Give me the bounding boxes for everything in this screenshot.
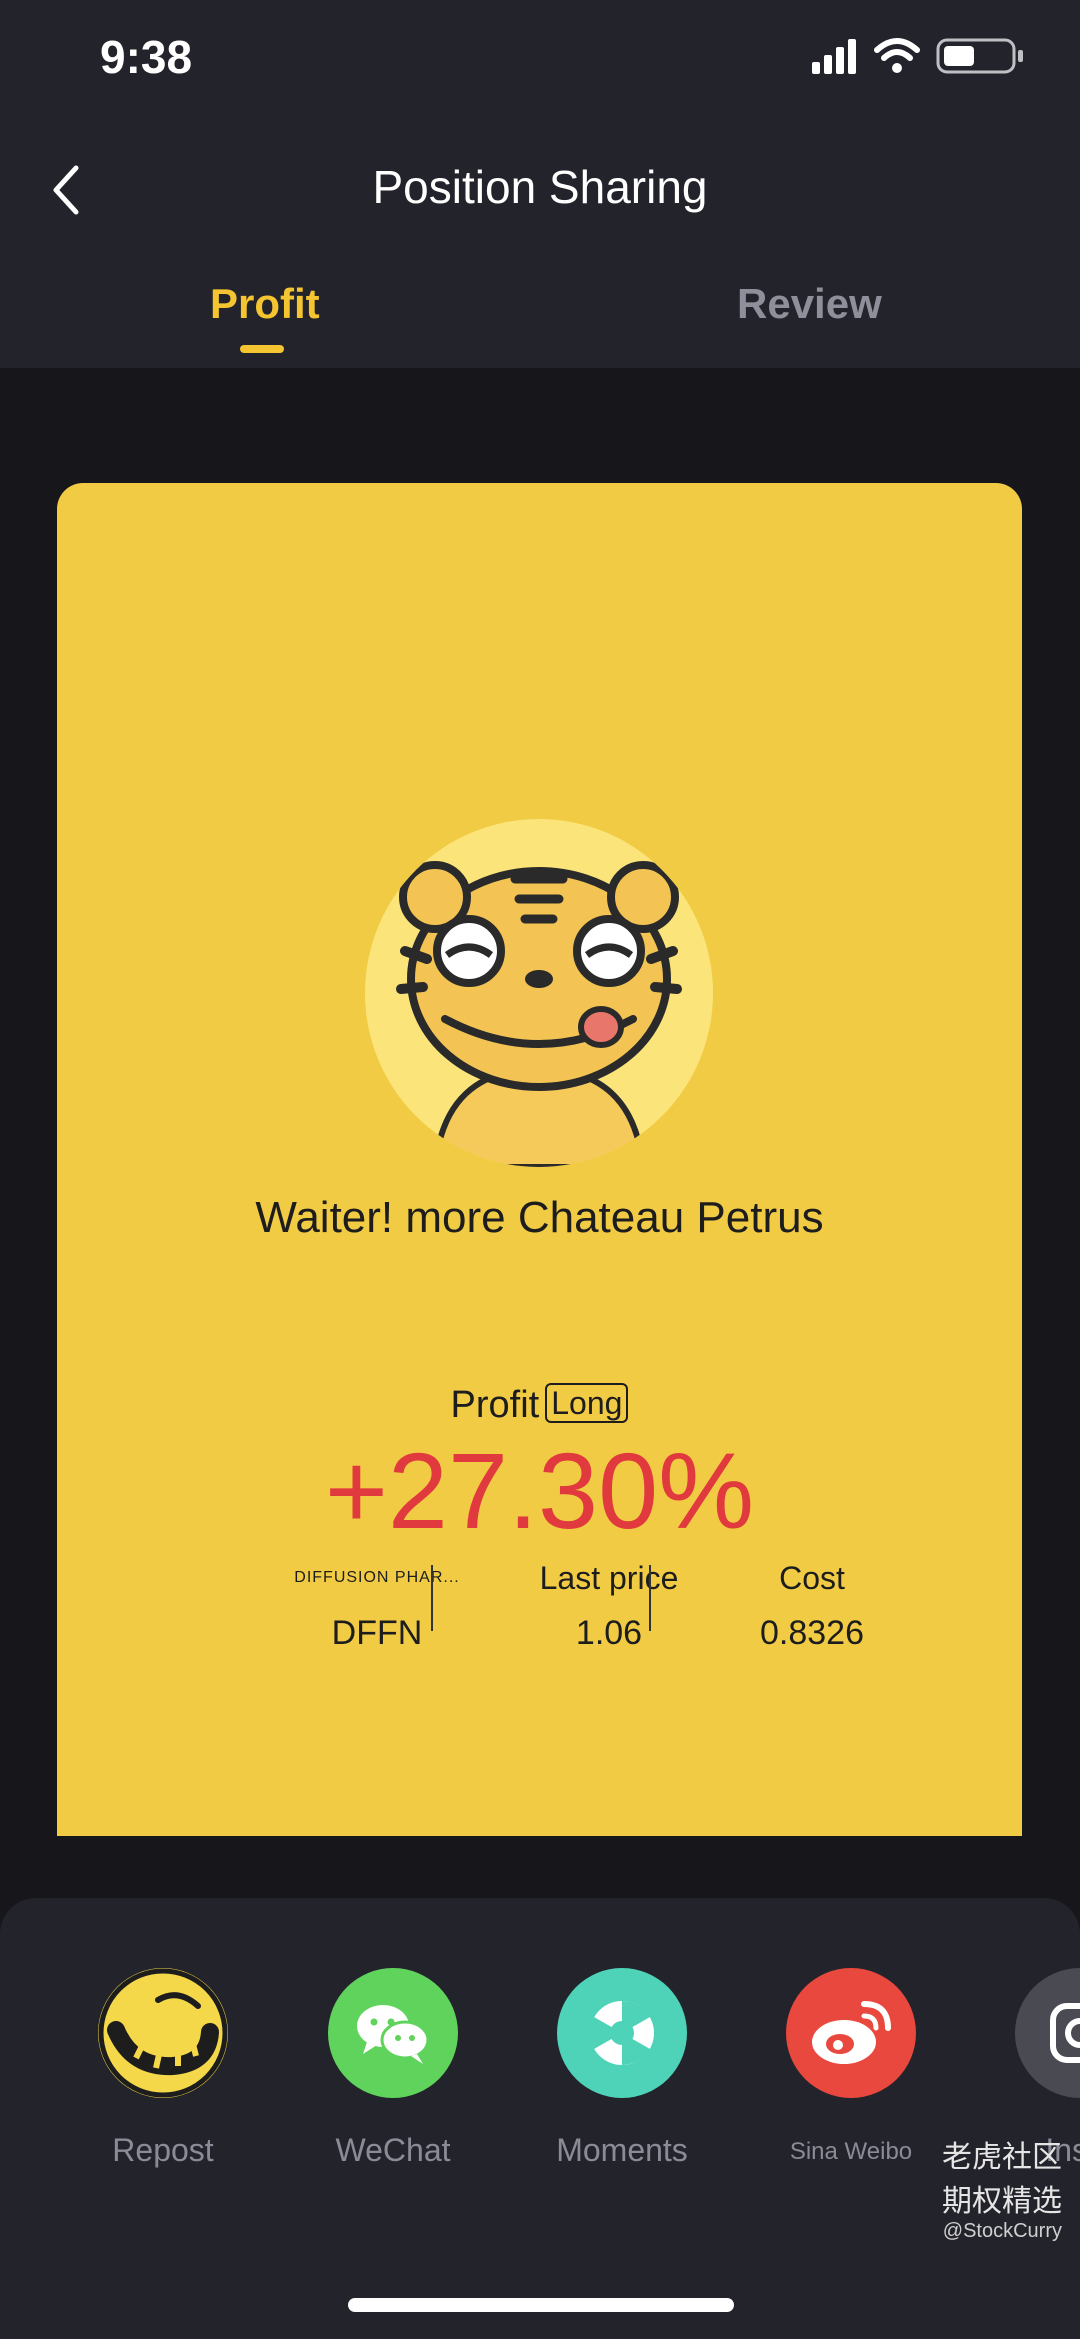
share-slogan: Waiter! more Chateau Petrus (255, 1193, 824, 1242)
signal-icon (812, 39, 856, 74)
share-repost-label: Repost (112, 2132, 214, 2168)
status-time: 9:38 (100, 31, 193, 83)
stat-cost-label: Cost (779, 1560, 845, 1596)
share-moments-label: Moments (556, 2132, 688, 2168)
stat-cost: Cost 0.8326 (682, 1558, 942, 1653)
tab-profit[interactable]: Profit (210, 280, 320, 328)
home-indicator (348, 2298, 734, 2312)
share-wechat-button[interactable]: WeChat (278, 1968, 508, 2169)
top-bar: 9:38 Position Sharing Profit Review (0, 0, 1080, 368)
position-share-card: Waiter! more Chateau Petrus Profit Long +… (57, 483, 1022, 1836)
share-wechat-label: WeChat (335, 2132, 451, 2168)
stat-symbol-label: DIFFUSION PHAR... (294, 1569, 460, 1586)
profit-label: Profit (450, 1384, 540, 1426)
tab-review[interactable]: Review (737, 280, 882, 328)
share-repost-button[interactable]: Repost (48, 1968, 278, 2169)
stat-divider (431, 1565, 433, 1631)
moments-icon (557, 1968, 687, 2098)
tiger-tail-icon (98, 1968, 228, 2098)
status-icons (810, 36, 1030, 80)
wechat-icon (328, 1968, 458, 2098)
stat-symbol: DIFFUSION PHAR... DFFN (227, 1558, 527, 1653)
watermark: 老虎社区 期权精选 @StockCurry (862, 2132, 1062, 2243)
watermark-main: 老虎社区 (942, 2141, 1062, 2174)
watermark-main-2: 期权精选 (942, 2185, 1062, 2218)
share-sheet: Repost WeChat Moments Sina Weibo Ins (0, 1898, 1080, 2339)
watermark-sub: @StockCurry (942, 2220, 1062, 2242)
share-moments-button[interactable]: Moments (507, 1968, 737, 2169)
profit-label-row: Profit Long (57, 1383, 1022, 1427)
direction-badge: Long (545, 1383, 629, 1423)
wifi-icon (874, 38, 920, 73)
app-screen: 9:38 Position Sharing Profit Review Wait… (0, 0, 1080, 2339)
instagram-icon (1015, 1968, 1080, 2098)
stat-cost-value: 0.8326 (760, 1614, 864, 1652)
active-tab-indicator (240, 345, 284, 353)
battery-icon (936, 38, 1023, 74)
profit-percentage: +27.30% (324, 1430, 755, 1551)
weibo-icon (786, 1968, 916, 2098)
page-title: Position Sharing (372, 161, 708, 213)
stat-divider (649, 1565, 651, 1631)
tiger-avatar-icon (365, 819, 713, 1167)
stat-symbol-value: DFFN (331, 1614, 423, 1652)
